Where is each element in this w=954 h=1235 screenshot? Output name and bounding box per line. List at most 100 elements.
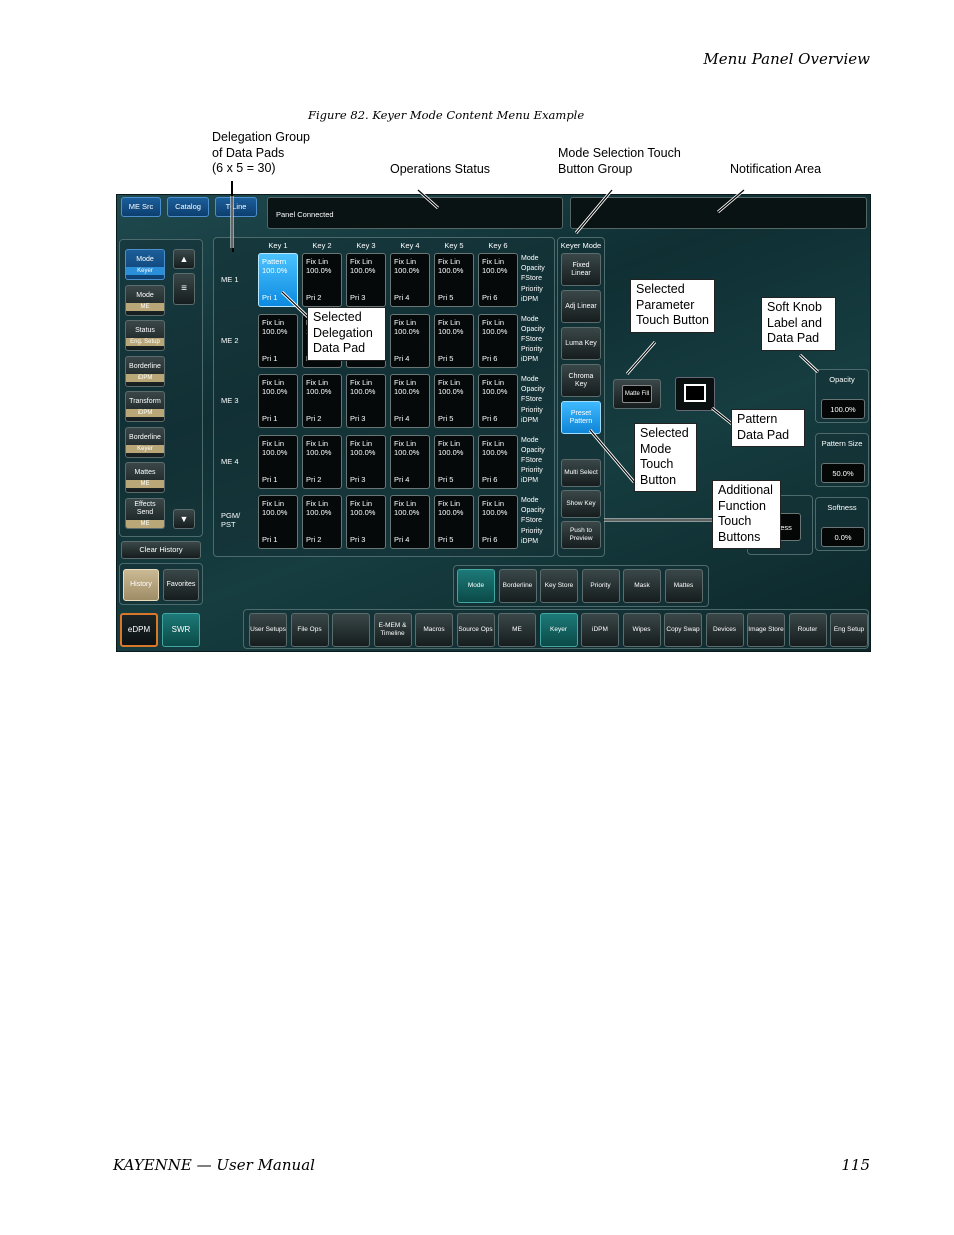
delegation-data-pad[interactable]: Fix Lin 100.0% Pri 1 bbox=[258, 313, 298, 368]
bottom-nav-button[interactable]: File Ops bbox=[290, 613, 329, 647]
bottom-nav-button[interactable]: Router bbox=[788, 613, 827, 647]
favorites-button[interactable]: Favorites bbox=[163, 569, 199, 601]
delegation-data-pad[interactable]: Fix Lin100.0% Pri 2 bbox=[302, 495, 342, 549]
pad-mode: Fix Lin bbox=[306, 378, 329, 387]
subtab-button[interactable]: Priority bbox=[581, 569, 620, 603]
history-item[interactable]: Mode Keyer bbox=[125, 249, 165, 280]
bottom-nav-button[interactable]: Copy Swap bbox=[664, 613, 702, 647]
subtab-button[interactable]: Key Store bbox=[540, 569, 578, 603]
delegation-data-pad[interactable]: Fix Lin 100.0% Pri 4 bbox=[390, 253, 430, 307]
bottom-nav-button[interactable] bbox=[332, 613, 370, 647]
pad-priority: Pri 6 bbox=[482, 474, 498, 484]
keyer-mode-button[interactable]: Fixed Linear bbox=[561, 253, 601, 286]
delegation-data-pad[interactable]: Fix Lin100.0% Pri 3 bbox=[346, 374, 386, 428]
history-item[interactable]: Transform iDPM bbox=[125, 391, 165, 422]
delegation-data-pad[interactable]: Fix Lin 100.0% Pri 1 bbox=[258, 495, 298, 549]
callout-pattern-data-pad: Pattern Data Pad bbox=[731, 409, 805, 447]
history-item-label: Mattes bbox=[134, 469, 156, 476]
pad-mode: Fix Lin bbox=[262, 378, 285, 387]
edpm-button[interactable]: eDPM bbox=[120, 613, 158, 647]
scroll-up-icon[interactable]: ▲ bbox=[173, 249, 195, 269]
tab-t-line[interactable]: T-Line bbox=[215, 197, 257, 217]
soft-knob-value[interactable]: 0.0% bbox=[821, 527, 865, 547]
delegation-data-pad[interactable]: Fix Lin100.0% Pri 3 bbox=[346, 434, 386, 489]
bottom-nav-button[interactable]: iDPM bbox=[581, 613, 619, 647]
bottom-nav-button[interactable]: E-MEM & Timeline bbox=[373, 613, 412, 647]
bottom-nav-button[interactable]: Keyer bbox=[539, 613, 578, 647]
delegation-data-pad[interactable]: Fix Lin 100.0% Pri 4 bbox=[390, 374, 430, 428]
delegation-data-pad[interactable]: Fix Lin 100.0% Pri 5 bbox=[434, 313, 474, 368]
tab-catalog[interactable]: Catalog bbox=[167, 197, 209, 217]
bottom-nav-button[interactable]: Wipes bbox=[622, 613, 661, 647]
keyer-mode-button[interactable]: Chroma Key bbox=[561, 364, 601, 397]
keyer-mode-button[interactable]: Adj Linear bbox=[561, 290, 601, 323]
delegation-data-pad[interactable]: Fix Lin 100.0% Pri 6 bbox=[478, 434, 518, 489]
delegation-data-pad[interactable]: Pattern 100.0% Pri 1 bbox=[258, 253, 298, 307]
delegation-data-pad[interactable]: Fix Lin 100.0% Pri 4 bbox=[390, 495, 430, 549]
footer-manual-title: KAYENNE — User Manual bbox=[113, 1156, 315, 1174]
subtab-button[interactable]: Mattes bbox=[664, 569, 703, 603]
scroll-down-icon[interactable]: ▼ bbox=[173, 509, 195, 529]
delegation-data-pad[interactable]: Fix Lin100.0% Pri 2 bbox=[302, 253, 342, 307]
history-item[interactable]: Status Eng. Setup bbox=[125, 320, 165, 351]
row-attribute: Opacity bbox=[521, 446, 545, 454]
delegation-data-pad[interactable]: Fix Lin 100.0% Pri 6 bbox=[478, 495, 518, 549]
soft-knob-label: Softness bbox=[827, 503, 857, 512]
delegation-data-pad[interactable]: Fix Lin 100.0% Pri 6 bbox=[478, 313, 518, 368]
history-item-sub: Keyer bbox=[126, 444, 164, 453]
soft-knob-value[interactable]: 100.0% bbox=[821, 399, 865, 419]
additional-function-button[interactable]: Push to Preview bbox=[561, 521, 601, 549]
callout-delegation-group: Delegation Group of Data Pads (6 x 5 = 3… bbox=[212, 130, 310, 175]
clear-history-button[interactable]: Clear History bbox=[121, 541, 201, 559]
history-button[interactable]: History bbox=[123, 569, 159, 601]
delegation-data-pad[interactable]: Fix Lin 100.0% Pri 6 bbox=[478, 253, 518, 307]
additional-function-button[interactable]: Show Key bbox=[561, 490, 601, 518]
callout-selected-mode: Selected Mode Touch Button bbox=[634, 423, 697, 492]
bottom-nav-button[interactable]: ME bbox=[498, 613, 536, 647]
row-attribute: Mode bbox=[521, 497, 539, 504]
delegation-data-pad[interactable]: Fix Lin100.0% Pri 3 bbox=[346, 495, 386, 549]
keyer-mode-button[interactable]: Preset Pattern bbox=[561, 401, 601, 434]
pad-percent: 100.0% bbox=[438, 266, 464, 275]
subtab-button[interactable]: Mode bbox=[457, 569, 495, 603]
delegation-data-pad[interactable]: Fix Lin 100.0% Pri 5 bbox=[434, 253, 474, 307]
delegation-data-pad[interactable]: Fix Lin 100.0% Pri 6 bbox=[478, 374, 518, 428]
pad-priority: Pri 4 bbox=[394, 474, 410, 484]
keyer-mode-button[interactable]: Luma Key bbox=[561, 327, 601, 360]
delegation-data-pad[interactable]: Fix Lin 100.0% Pri 4 bbox=[390, 313, 430, 368]
bottom-nav-button[interactable]: Devices bbox=[705, 613, 744, 647]
history-item[interactable]: Effects Send ME bbox=[125, 497, 165, 529]
pad-percent: 100.0% bbox=[482, 387, 508, 396]
scroll-thumb-icon[interactable]: ≡ bbox=[173, 273, 195, 305]
delegation-data-pad[interactable]: Fix Lin 100.0% Pri 1 bbox=[258, 434, 298, 489]
delegation-data-pad[interactable]: Fix Lin100.0% Pri 2 bbox=[302, 374, 342, 428]
delegation-data-pad[interactable]: Fix Lin 100.0% Pri 1 bbox=[258, 374, 298, 428]
bottom-nav-button[interactable]: Image Store bbox=[747, 613, 785, 647]
subtab-button[interactable]: Borderline bbox=[498, 569, 537, 603]
callout-mode-selection: Mode Selection Touch Button Group bbox=[558, 146, 681, 176]
additional-function-button[interactable]: Multi Select bbox=[561, 459, 601, 487]
soft-knob-value[interactable]: 50.0% bbox=[821, 463, 865, 483]
bottom-nav-button[interactable]: Source Ops bbox=[456, 613, 495, 647]
delegation-data-pad[interactable]: Fix Lin100.0% Pri 3 bbox=[346, 253, 386, 307]
delegation-data-pad[interactable]: Fix Lin 100.0% Pri 4 bbox=[390, 434, 430, 489]
bottom-nav-button[interactable]: Eng Setup bbox=[830, 613, 868, 647]
pad-priority: Pri 2 bbox=[306, 474, 322, 484]
delegation-data-pad[interactable]: Fix Lin 100.0% Pri 5 bbox=[434, 434, 474, 489]
pad-priority: Pri 6 bbox=[482, 535, 498, 544]
history-item-sub: ME bbox=[126, 302, 164, 311]
delegation-data-pad[interactable]: Fix Lin100.0% Pri 2 bbox=[302, 434, 342, 489]
matte-fill-button[interactable]: Matte Fill bbox=[613, 379, 661, 409]
tab-me-src[interactable]: ME Src bbox=[121, 197, 161, 217]
bottom-nav-button[interactable]: Macros bbox=[415, 613, 453, 647]
history-item[interactable]: Borderline Keyer bbox=[125, 426, 165, 458]
history-item[interactable]: Mode ME bbox=[125, 284, 165, 316]
delegation-data-pad[interactable]: Fix Lin 100.0% Pri 5 bbox=[434, 374, 474, 428]
delegation-data-pad[interactable]: Fix Lin 100.0% Pri 5 bbox=[434, 495, 474, 549]
subtab-button[interactable]: Mask bbox=[623, 569, 661, 603]
history-item[interactable]: Borderline iDPM bbox=[125, 355, 165, 387]
swr-button[interactable]: SWR bbox=[162, 613, 200, 647]
pattern-data-pad[interactable] bbox=[675, 377, 715, 411]
bottom-nav-button[interactable]: User Setups bbox=[249, 613, 287, 647]
history-item[interactable]: Mattes ME bbox=[125, 462, 165, 493]
